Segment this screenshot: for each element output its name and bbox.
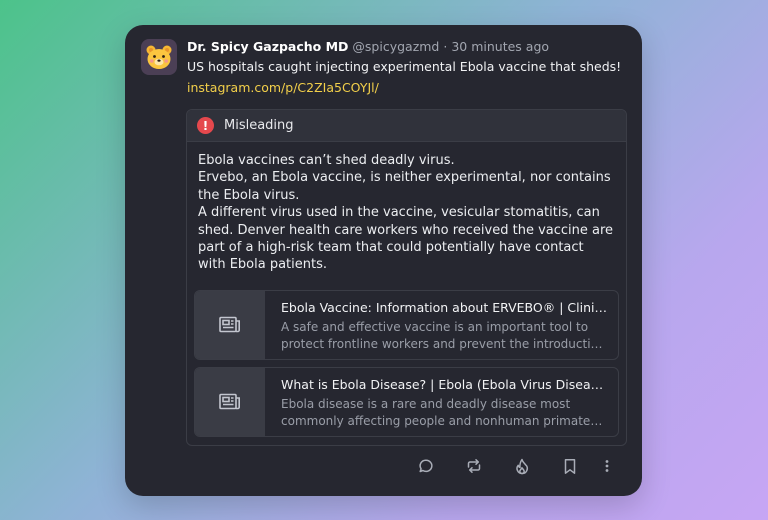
flame-icon: [516, 458, 528, 474]
reply-icon: [419, 459, 433, 473]
note-header: ! Misleading: [187, 110, 626, 142]
alert-icon: !: [197, 117, 214, 134]
note-line: Ebola vaccines can’t shed deadly virus.: [198, 153, 455, 168]
community-note: ! Misleading Ebola vaccines can’t shed d…: [186, 109, 627, 446]
avatar[interactable]: [141, 39, 177, 75]
author-name[interactable]: Dr. Spicy Gazpacho MD: [187, 39, 348, 54]
repost-icon: [467, 459, 481, 473]
source-description: A safe and effective vaccine is an impor…: [281, 320, 606, 351]
source-title[interactable]: What is Ebola Disease? | Ebola (Ebola Vi…: [281, 377, 608, 393]
note-label: Misleading: [224, 118, 294, 133]
post-actions: [402, 454, 620, 478]
note-line: Ervebo, an Ebola vaccine, is neither exp…: [198, 170, 611, 203]
post-link[interactable]: instagram.com/p/C2ZIa5COYJl/: [187, 80, 379, 96]
post-meta: Dr. Spicy Gazpacho MD @spicygazmd · 30 m…: [187, 39, 626, 55]
newspaper-icon: [219, 316, 240, 333]
more-button[interactable]: [594, 454, 620, 478]
more-icon: [605, 460, 609, 472]
post-text: US hospitals caught injecting experiment…: [187, 59, 622, 74]
source-title[interactable]: Ebola Vaccine: Information about ERVEBO®…: [281, 300, 608, 316]
newspaper-icon: [219, 393, 240, 410]
note-line: A different virus used in the vaccine, v…: [198, 205, 614, 273]
author-handle[interactable]: @spicygazmd: [352, 39, 439, 54]
post-card: Dr. Spicy Gazpacho MD @spicygazmd · 30 m…: [125, 25, 642, 496]
source-thumbnail: [195, 291, 265, 359]
reply-button[interactable]: [402, 454, 450, 478]
post-header: Dr. Spicy Gazpacho MD @spicygazmd · 30 m…: [187, 39, 626, 96]
post-time[interactable]: 30 minutes ago: [451, 39, 549, 54]
source-description: Ebola disease is a rare and deadly disea…: [281, 397, 597, 428]
source-thumbnail: [195, 368, 265, 436]
bookmark-button[interactable]: [546, 454, 594, 478]
source-card[interactable]: Ebola Vaccine: Information about ERVEBO®…: [194, 290, 619, 360]
note-body: Ebola vaccines can’t shed deadly virus. …: [187, 142, 626, 274]
bookmark-icon: [564, 458, 576, 474]
boost-button[interactable]: [498, 454, 546, 478]
meta-separator: ·: [443, 39, 448, 54]
source-card[interactable]: What is Ebola Disease? | Ebola (Ebola Vi…: [194, 367, 619, 437]
repost-button[interactable]: [450, 454, 498, 478]
bear-face-icon: [146, 45, 172, 69]
